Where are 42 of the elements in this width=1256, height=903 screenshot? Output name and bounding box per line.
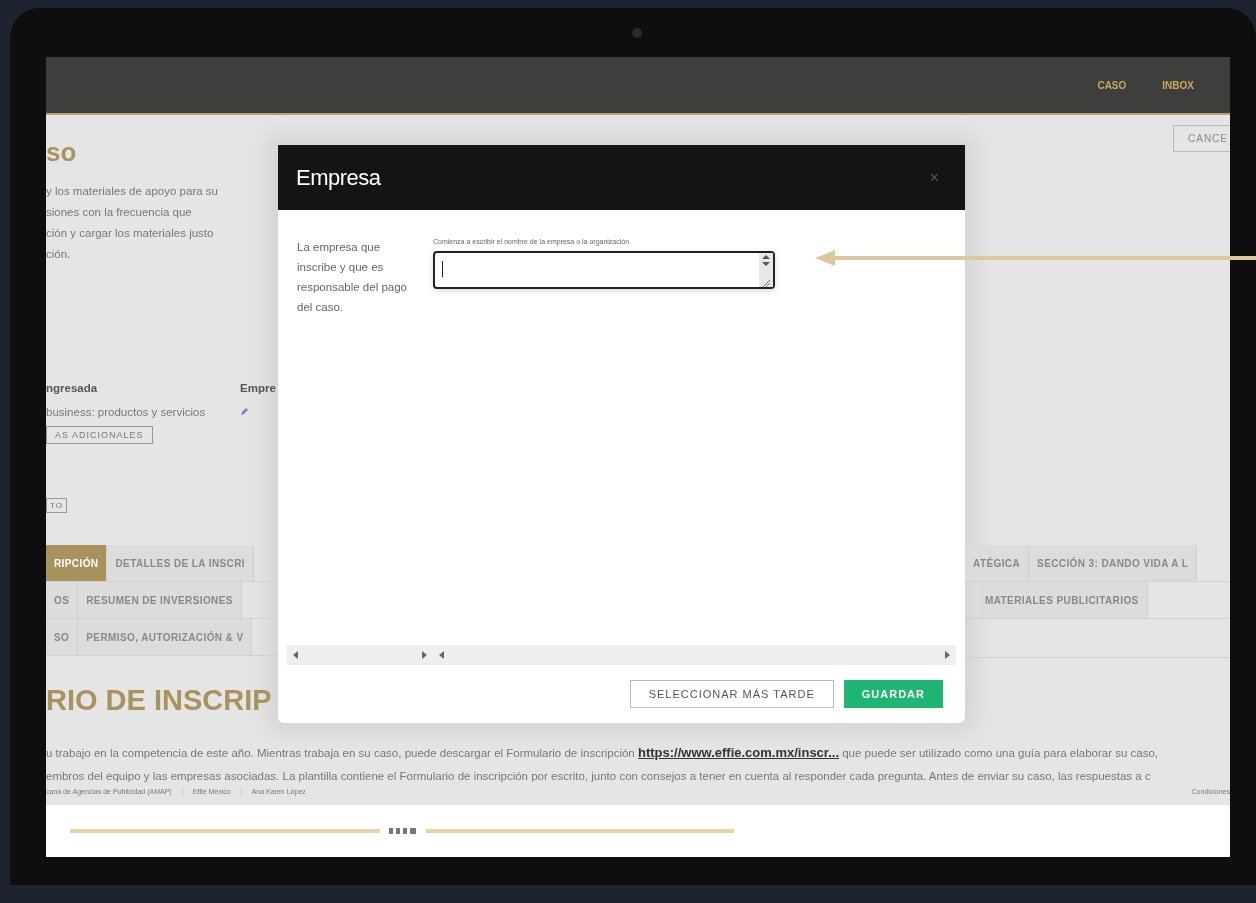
section-tab[interactable]: PERMISO, AUTORIZACIÓN & V <box>78 619 253 655</box>
save-button[interactable]: GUARDAR <box>843 680 943 708</box>
scroll-left-icon[interactable] <box>293 651 298 659</box>
camera-icon <box>632 28 642 38</box>
small-button[interactable]: TO <box>46 498 67 513</box>
intro-text: u trabajo en la competencia de este año. Mientras trabaja en su caso, puede descargar el Formulario de inscripción https://www.effie.com.mx/inscr... que puede ser utilizado como una guía para elaborar su caso, <box>46 744 1160 762</box>
description-line: siones con la frecuencia que <box>46 205 193 220</box>
close-button[interactable]: × <box>925 168 943 187</box>
dialog-description: La empresa que inscribe y que es responsable del pago del caso. <box>297 240 408 315</box>
description-line: ción. <box>46 247 72 262</box>
scroll-right-icon[interactable] <box>945 651 950 659</box>
nav-link[interactable]: CASO <box>1097 79 1127 91</box>
dialog-title: Empresa <box>296 164 381 191</box>
form-heading: RIO DE INSCRIP <box>46 683 273 718</box>
form-link[interactable]: https://www.effie.com.mx/inscr... <box>637 745 839 760</box>
section-tab[interactable]: DETALLES DE LA INSCRI <box>107 545 254 581</box>
field-value: business: productos y servicios <box>46 405 207 420</box>
section-tab[interactable]: MATERIALES PUBLICITARIOS <box>977 582 1148 618</box>
cancel-button[interactable]: CANCE <box>1173 125 1230 152</box>
horizontal-scrollbar[interactable] <box>287 645 956 665</box>
categories-button[interactable]: AS ADICIONALES <box>46 426 153 444</box>
page-title: so <box>46 137 78 167</box>
section-tab[interactable]: ATÉGICA <box>965 545 1030 581</box>
description-line: ción y cargar los materiales justo <box>46 226 215 241</box>
field-label: Empre <box>240 381 276 396</box>
section-tab[interactable]: SECCIÓN 3: DANDO VIDA A L <box>1029 545 1198 581</box>
intro-text: embros del equipo y las empresas asociadas. La plantilla contiene el Formulario de inscripción por escrito, junto con consejos a tener en cuenta al responder cada pregunta. Antes de enviar su caso, las respuestas a c <box>46 769 1152 784</box>
section-tab[interactable]: OS <box>46 582 79 618</box>
company-name-field[interactable] <box>433 251 775 289</box>
scroll-right-icon[interactable] <box>422 651 427 659</box>
section-tab[interactable]: RESUMEN DE INVERSIONES <box>78 582 242 618</box>
section-tab[interactable]: RIPCIÓN <box>46 545 108 581</box>
spinner-arrows-icon[interactable] <box>762 255 770 267</box>
field-label: ngresada <box>46 381 99 396</box>
section-tab[interactable]: SO <box>46 619 79 655</box>
scroll-left-icon[interactable] <box>439 651 444 659</box>
logo-icon <box>388 827 418 835</box>
pencil-icon[interactable] <box>240 407 249 416</box>
description-line: y los materiales de apoyo para su <box>46 184 219 199</box>
resize-grip-icon[interactable] <box>762 279 770 287</box>
nav-link[interactable]: INBOX <box>1162 79 1194 91</box>
select-later-button[interactable]: SELECCIONAR MÁS TARDE <box>629 680 834 708</box>
